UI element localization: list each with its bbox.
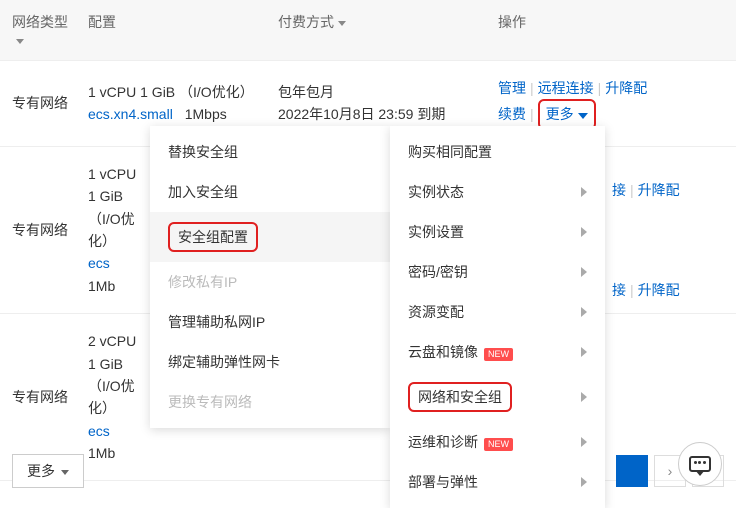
- menu-item-resource-change[interactable]: 资源变配: [390, 292, 605, 332]
- col-header-payment[interactable]: 付费方式: [270, 8, 460, 52]
- chevron-right-icon: [581, 267, 587, 277]
- col-header-network[interactable]: 网络类型: [0, 8, 80, 52]
- menu-item-replace-sg[interactable]: 替换安全组: [150, 132, 390, 172]
- cell-payment: 包年包月 2022年10月8日 23:59 到期: [270, 77, 460, 130]
- cell-config: 1 vCPU 1 GiB （I/O优化） ecs 1Mb: [80, 159, 140, 301]
- cell-config: 2 vCPU 1 GiB （I/O优化） ecs 1Mb: [80, 326, 140, 468]
- cell-ops: 管理|远程连接|升降配 续费|更多: [490, 73, 736, 134]
- menu-item-instance-status[interactable]: 实例状态: [390, 172, 605, 212]
- cell-network: 专有网络: [0, 88, 80, 118]
- menu-item-deploy-elastic[interactable]: 部署与弹性: [390, 462, 605, 502]
- chat-icon[interactable]: [678, 442, 722, 486]
- col-header-payment-label: 付费方式: [278, 14, 334, 30]
- chevron-down-icon: [16, 39, 24, 44]
- chat-bubble-icon: [689, 456, 711, 472]
- menu-item-disk-image[interactable]: 云盘和镜像NEW: [390, 332, 605, 372]
- menu-item-join-sg[interactable]: 加入安全组: [150, 172, 390, 212]
- menu-item-network-sg[interactable]: 网络和安全组: [390, 372, 605, 422]
- table-header: 网络类型 配置 付费方式 操作: [0, 0, 736, 61]
- ops-peek-row3: 接|升降配: [612, 280, 680, 300]
- resize-link[interactable]: 升降配: [638, 282, 680, 298]
- resize-link[interactable]: 升降配: [605, 80, 647, 96]
- more-menu: 购买相同配置 实例状态 实例设置 密码/密钥 资源变配 云盘和镜像NEW 网络和…: [390, 126, 605, 508]
- chevron-right-icon: [581, 227, 587, 237]
- menu-item-sg-config[interactable]: 安全组配置: [150, 212, 390, 262]
- menu-item-change-vpc: 更换专有网络: [150, 382, 390, 422]
- security-group-submenu: 替换安全组 加入安全组 安全组配置 修改私有IP 管理辅助私网IP 绑定辅助弹性…: [150, 126, 390, 428]
- renew-link[interactable]: 续费: [498, 106, 526, 122]
- menu-item-password-key[interactable]: 密码/密钥: [390, 252, 605, 292]
- new-badge: NEW: [484, 348, 513, 361]
- chevron-down-icon: [61, 470, 69, 475]
- remote-connect-link[interactable]: 远程连接: [538, 80, 594, 96]
- menu-item-ops-diag[interactable]: 运维和诊断NEW: [390, 422, 605, 462]
- col-header-network-label: 网络类型: [12, 14, 68, 30]
- resize-link[interactable]: 升降配: [638, 182, 680, 198]
- page-current[interactable]: [616, 455, 648, 487]
- chevron-right-icon: [581, 307, 587, 317]
- menu-item-buy-same[interactable]: 购买相同配置: [390, 132, 605, 172]
- chevron-right-icon: [581, 437, 587, 447]
- chevron-down-icon: [578, 113, 588, 119]
- instance-spec-link[interactable]: ecs.xn4.small: [88, 106, 173, 122]
- menu-item-instance-settings[interactable]: 实例设置: [390, 212, 605, 252]
- chevron-right-icon: [581, 347, 587, 357]
- chevron-right-icon: [581, 187, 587, 197]
- new-badge: NEW: [484, 438, 513, 451]
- cell-network: 专有网络: [0, 382, 80, 412]
- manage-link[interactable]: 管理: [498, 80, 526, 96]
- col-header-config: 配置: [80, 8, 270, 52]
- bulk-more-button[interactable]: 更多: [12, 454, 84, 488]
- col-header-ops: 操作: [490, 8, 736, 52]
- bottom-bar: 更多 › »: [0, 454, 736, 488]
- chevron-down-icon: [338, 21, 346, 26]
- cell-config: 1 vCPU 1 GiB （I/O优化） ecs.xn4.small 1Mbps: [80, 77, 270, 130]
- menu-item-manage-secondary-ip[interactable]: 管理辅助私网IP: [150, 302, 390, 342]
- ops-peek-row2: 接|升降配: [612, 180, 680, 200]
- menu-item-modify-private-ip: 修改私有IP: [150, 262, 390, 302]
- menu-item-bind-eni[interactable]: 绑定辅助弹性网卡: [150, 342, 390, 382]
- chevron-right-icon: [581, 477, 587, 487]
- chevron-right-icon: [581, 392, 587, 402]
- cell-network: 专有网络: [0, 215, 80, 245]
